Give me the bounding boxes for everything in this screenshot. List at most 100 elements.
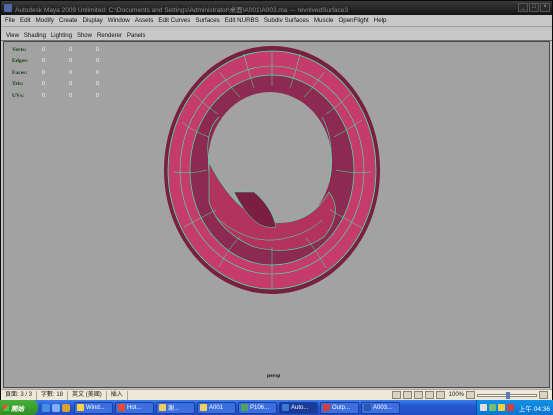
hud-label-tris: Tris: (12, 81, 24, 88)
menu-edit-curves[interactable]: Edit Curves (158, 17, 190, 24)
hud-value: 0 (69, 81, 73, 88)
word-count[interactable]: 字數: 18 (37, 390, 69, 400)
task-label: A003... (373, 404, 393, 411)
zoom-level[interactable]: 100% (449, 392, 464, 398)
media-icon[interactable] (62, 403, 70, 412)
panel-menu-renderer[interactable]: Renderer (97, 33, 122, 39)
maximize-button[interactable]: □ (529, 3, 539, 12)
security-icon[interactable] (506, 404, 514, 411)
window-icon (77, 404, 84, 411)
folder-icon (159, 404, 166, 411)
task-label: Auto... (291, 404, 309, 411)
panel-menu-lighting[interactable]: Lighting (51, 33, 72, 39)
menu-muscle[interactable]: Muscle (314, 17, 334, 24)
zoom-slider[interactable] (477, 391, 537, 399)
task-button[interactable]: Wind... (74, 401, 113, 414)
language-indicator[interactable]: 英文 (美國) (68, 390, 107, 400)
panel-menu-panels[interactable]: Panels (127, 33, 145, 39)
maya-window: Autodesk Maya 2009 Unlimited: C:\Documen… (0, 0, 553, 400)
outline-view-button[interactable] (424, 391, 434, 399)
network-icon[interactable] (488, 404, 496, 411)
panel-menu-view[interactable]: View (6, 33, 19, 39)
menu-file[interactable]: File (5, 17, 15, 24)
hud-label-edges: Edges: (12, 58, 29, 65)
browser-icon (118, 404, 125, 411)
volume-icon[interactable] (497, 404, 505, 411)
task-label: 謝... (168, 406, 180, 412)
task-button[interactable]: Auto... (279, 401, 318, 414)
main-menubar: File Edit Modify Create Display Window A… (1, 15, 552, 27)
hud-value: 0 (96, 46, 100, 53)
hud-value: 0 (69, 92, 73, 99)
ie-icon[interactable] (42, 403, 50, 412)
windows-taskbar: 開始 Wind... Hot... 謝... A001 P106... Auto… (0, 400, 553, 415)
maya-app-icon (4, 4, 12, 12)
hud-value: 0 (42, 69, 46, 76)
menu-edit-nurbs[interactable]: Edit NURBS (225, 17, 259, 24)
menu-display[interactable]: Display (82, 17, 102, 24)
menu-openflight[interactable]: OpenFlight (338, 17, 368, 24)
minimize-button[interactable]: _ (518, 3, 528, 12)
insert-mode-indicator[interactable]: 插入 (107, 390, 128, 400)
poly-count-hud: Verts: 0 0 0 Edges: 0 0 0 Faces: 0 0 0 T… (12, 44, 123, 102)
panel-menubar: View Shading Lighting Show Renderer Pane… (1, 31, 552, 41)
task-button[interactable]: A003... (361, 401, 400, 414)
language-bar-icon[interactable] (479, 404, 487, 411)
menu-assets[interactable]: Assets (135, 17, 154, 24)
task-label: Wind... (86, 404, 105, 411)
hud-value: 0 (42, 46, 46, 53)
page-indicator: 頁面: 3 / 3 (1, 390, 38, 400)
system-tray: 上午 04:36 (475, 400, 553, 415)
camera-name-label: persp (267, 373, 281, 379)
menu-surfaces[interactable]: Surfaces (195, 17, 219, 24)
hud-value: 0 (96, 81, 100, 88)
hud-label-uvs: UVs: (12, 92, 25, 99)
task-button[interactable]: 謝... (156, 401, 195, 414)
task-label: Outp... (332, 404, 351, 411)
system-clock[interactable]: 上午 04:36 (519, 403, 550, 413)
folder-icon (200, 404, 207, 411)
menu-help[interactable]: Help (374, 17, 387, 24)
task-button[interactable]: P106... (238, 401, 277, 414)
title-bar[interactable]: Autodesk Maya 2009 Unlimited: C:\Documen… (1, 1, 552, 15)
task-label: A001 (209, 404, 224, 411)
windows-logo-icon (3, 404, 9, 411)
full-screen-view-button[interactable] (402, 391, 412, 399)
zoom-in-button[interactable] (539, 391, 548, 399)
quick-launch (38, 403, 74, 412)
hud-value: 0 (42, 81, 46, 88)
hud-label-faces: Faces: (12, 69, 28, 76)
maya-icon (282, 404, 289, 411)
menu-edit[interactable]: Edit (20, 17, 31, 24)
hud-value: 0 (96, 58, 100, 65)
desktop-icon[interactable] (52, 403, 60, 412)
hud-value: 0 (96, 69, 100, 76)
zoom-out-button[interactable] (466, 391, 475, 399)
draft-view-button[interactable] (435, 391, 445, 399)
task-button[interactable]: Hot... (115, 401, 154, 414)
menu-modify[interactable]: Modify (36, 17, 54, 24)
task-label: P106... (250, 404, 270, 411)
task-button[interactable]: Outp... (320, 401, 359, 414)
perspective-viewport[interactable]: Verts: 0 0 0 Edges: 0 0 0 Faces: 0 0 0 T… (3, 41, 550, 388)
start-label: 開始 (11, 405, 24, 413)
image-icon (241, 404, 248, 411)
hud-value: 0 (69, 69, 73, 76)
window-title: Autodesk Maya 2009 Unlimited: C:\Documen… (15, 7, 349, 14)
web-layout-view-button[interactable] (413, 391, 423, 399)
word-status-bar: 頁面: 3 / 3 字數: 18 英文 (美國) 插入 100% (1, 389, 552, 400)
panel-menu-show[interactable]: Show (77, 33, 92, 39)
menu-subdiv-surfaces[interactable]: Subdiv Surfaces (264, 17, 309, 24)
hud-value: 0 (42, 58, 46, 65)
start-button[interactable]: 開始 (0, 400, 38, 415)
menu-create[interactable]: Create (59, 17, 78, 24)
panel-menu-shading[interactable]: Shading (24, 33, 46, 39)
print-layout-view-button[interactable] (391, 391, 401, 399)
task-button[interactable]: A001 (197, 401, 236, 414)
task-label: Hot... (127, 404, 142, 411)
hud-label-verts: Verts: (12, 46, 27, 53)
hud-value: 0 (69, 58, 73, 65)
close-button[interactable]: × (540, 3, 550, 12)
menu-window[interactable]: Window (108, 17, 130, 24)
zoom-slider-thumb[interactable] (506, 391, 510, 399)
